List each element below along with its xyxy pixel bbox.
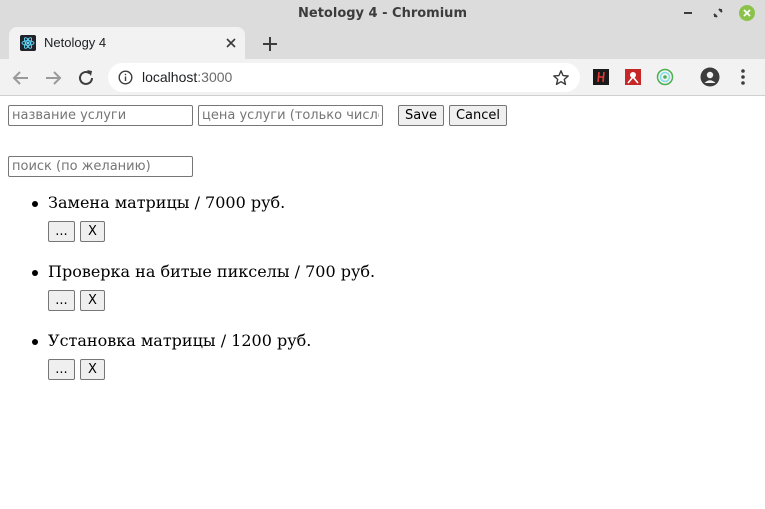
restore-icon[interactable] xyxy=(709,4,727,22)
edit-button[interactable]: ... xyxy=(48,359,75,380)
service-price-input[interactable] xyxy=(198,105,383,126)
minimize-icon[interactable] xyxy=(679,4,697,22)
back-arrow-icon[interactable] xyxy=(10,67,32,89)
search-input[interactable] xyxy=(8,156,193,177)
service-text: Проверка на битые пикселы / 700 руб. xyxy=(48,262,376,281)
list-bullet xyxy=(32,339,38,345)
delete-button[interactable]: X xyxy=(80,359,105,380)
extension-red-icon[interactable] xyxy=(624,68,642,86)
window-titlebar: Netology 4 - Chromium xyxy=(0,0,765,27)
reload-icon[interactable] xyxy=(75,67,97,89)
url-host: localhost xyxy=(142,69,198,85)
star-icon[interactable] xyxy=(552,69,570,87)
list-item: Проверка на битые пикселы / 700 руб. ...… xyxy=(0,262,765,332)
tab-netology[interactable]: Netology 4 xyxy=(9,27,245,59)
list-bullet xyxy=(32,201,38,207)
tab-strip: Netology 4 xyxy=(0,27,765,59)
info-icon[interactable] xyxy=(118,70,133,85)
delete-button[interactable]: X xyxy=(80,221,105,242)
list-item: Установка матрицы / 1200 руб. ... X xyxy=(0,331,765,401)
cancel-button[interactable]: Cancel xyxy=(449,105,507,126)
tab-title: Netology 4 xyxy=(44,35,107,50)
service-text: Установка матрицы / 1200 руб. xyxy=(48,331,312,350)
url-text: localhost:3000 xyxy=(142,69,232,85)
window-title: Netology 4 - Chromium xyxy=(298,6,467,21)
plus-icon[interactable] xyxy=(259,33,281,55)
address-bar[interactable]: localhost:3000 xyxy=(108,63,580,92)
edit-button[interactable]: ... xyxy=(48,221,75,242)
react-favicon-icon xyxy=(20,35,36,51)
close-window-icon[interactable] xyxy=(738,4,756,22)
edit-button[interactable]: ... xyxy=(48,290,75,311)
service-name-input[interactable] xyxy=(8,105,193,126)
kebab-menu-icon[interactable] xyxy=(735,67,751,87)
url-port: :3000 xyxy=(197,69,233,85)
delete-button[interactable]: X xyxy=(80,290,105,311)
extension-h-icon[interactable] xyxy=(592,68,610,86)
service-text: Замена матрицы / 7000 руб. xyxy=(48,193,286,212)
close-tab-icon[interactable] xyxy=(223,35,239,51)
page-content: Save Cancel Замена матрицы / 7000 руб. .… xyxy=(0,97,765,509)
save-button[interactable]: Save xyxy=(398,105,444,126)
forward-arrow-icon[interactable] xyxy=(42,67,64,89)
list-bullet xyxy=(32,270,38,276)
extension-green-icon[interactable] xyxy=(656,68,674,86)
list-item: Замена матрицы / 7000 руб. ... X xyxy=(0,193,765,263)
browser-toolbar: localhost:3000 xyxy=(0,59,765,96)
profile-icon[interactable] xyxy=(700,67,720,87)
